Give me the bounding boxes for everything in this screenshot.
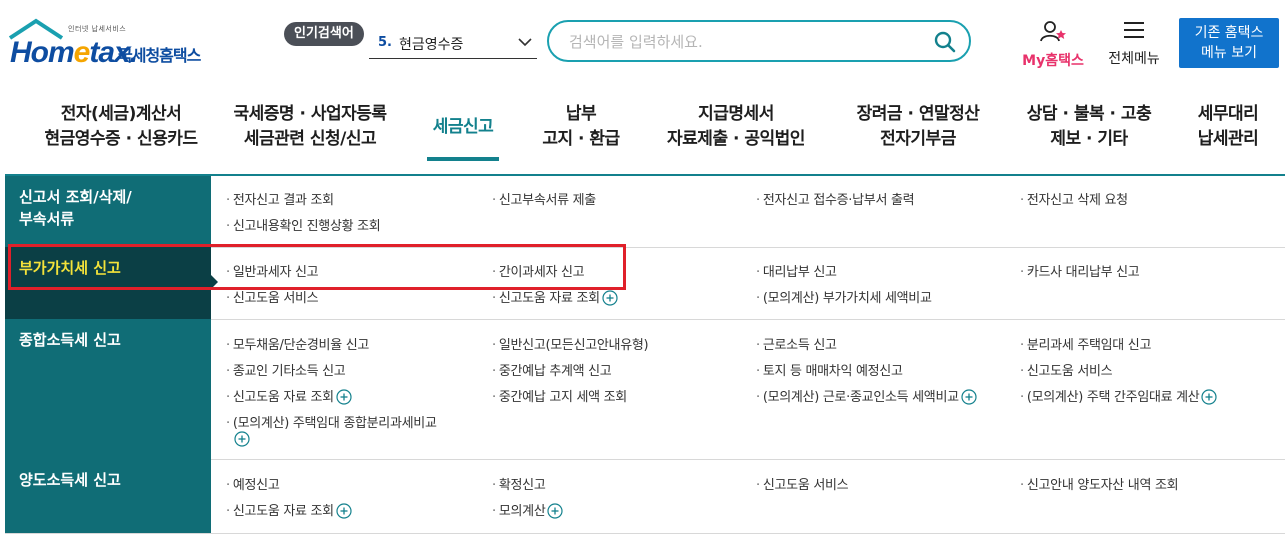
submenu-link[interactable]: · 일반신고(모든신고안내유형) xyxy=(492,334,649,353)
submenu-link[interactable]: · 중간예납 고지 세액 조회 xyxy=(492,386,627,405)
submenu-link[interactable]: · 신고도움 자료 조회 xyxy=(226,386,352,405)
submenu-link[interactable]: · 토지 등 매매차익 예정신고 xyxy=(756,360,903,379)
submenu-link[interactable]: · (모의계산) 주택임대 종합분리과세비교 xyxy=(226,412,437,431)
submenu-link[interactable]: · 예정신고 xyxy=(226,474,280,493)
gnb-item-tax-agent[interactable]: 세무대리 납세관리 xyxy=(1188,102,1268,152)
all-menu-label: 전체메뉴 xyxy=(1108,51,1160,67)
gnb-item-einvoice[interactable]: 전자(세금)계산서 현금영수증 · 신용카드 xyxy=(28,102,214,152)
submenu-row-income: 종합소득세 신고 · 모두채움/단순경비율 신고 · 일반신고(모든신고안내유형) … xyxy=(5,319,1285,460)
plus-circle-icon xyxy=(961,388,977,405)
old-menu-button[interactable]: 기존 홈택스 메뉴 보기 xyxy=(1179,18,1279,68)
submenu-panel: 신고서 조회/삭제/ 부속서류 · 전자신고 결과 조회 · 신고부속서류 제출 ·… xyxy=(5,174,1285,535)
plus-circle-icon[interactable] xyxy=(234,431,250,451)
submenu-link[interactable]: · 모두채움/단순경비율 신고 xyxy=(226,334,369,353)
submenu-link[interactable]: · 대리납부 신고 xyxy=(756,261,837,280)
popular-search-tag: 인기검색어 xyxy=(284,22,364,46)
plus-circle-icon xyxy=(602,289,618,306)
submenu-link[interactable]: · 전자신고 삭제 요청 xyxy=(1020,189,1128,208)
gnb-item-certificate[interactable]: 국세증명 · 사업자등록 세금관련 신청/신고 xyxy=(222,102,398,152)
submenu-link[interactable]: · 확정신고 xyxy=(492,474,546,493)
submenu-link[interactable]: · 신고도움 서비스 xyxy=(756,474,849,493)
submenu-row-transfer: 양도소득세 신고 · 예정신고 · 확정신고 · 신고도움 서비스 · 신고안내 양도자… xyxy=(5,459,1285,534)
submenu-link[interactable]: · 신고내용확인 진행상황 조회 xyxy=(226,215,381,234)
gnb-item-statement[interactable]: 지급명세서 자료제출 · 공익법인 xyxy=(657,102,815,152)
submenu-link[interactable]: · 카드사 대리납부 신고 xyxy=(1020,261,1140,280)
submenu-link[interactable]: · 전자신고 접수증·납부서 출력 xyxy=(756,189,915,208)
popular-keyword[interactable]: 현금영수증 xyxy=(399,34,463,54)
old-menu-line1: 기존 홈택스 xyxy=(1194,25,1264,41)
old-menu-line2: 메뉴 보기 xyxy=(1201,45,1257,61)
gnb-item-incentive[interactable]: 장려금 · 연말정산 전자기부금 xyxy=(845,102,991,152)
submenu-row: 신고서 조회/삭제/ 부속서류 · 전자신고 결과 조회 · 신고부속서류 제출 ·… xyxy=(5,176,1285,248)
popular-rank: 5. xyxy=(378,35,392,50)
submenu-link[interactable]: · 근로소득 신고 xyxy=(756,334,837,353)
search-input[interactable] xyxy=(567,30,911,54)
highlight-box xyxy=(8,244,626,290)
search-box xyxy=(547,20,971,62)
submenu-link[interactable]: · 분리과세 주택임대 신고 xyxy=(1020,334,1151,353)
gnb-item-payment[interactable]: 납부 고지 · 환급 xyxy=(534,102,628,152)
submenu-link[interactable]: · 전자신고 결과 조회 xyxy=(226,189,334,208)
logo-korean-name: 국세청홈택스 xyxy=(118,46,201,65)
plus-circle-icon xyxy=(336,502,352,519)
plus-circle-icon xyxy=(336,388,352,405)
popular-search-select[interactable]: 5. 현금영수증 xyxy=(369,28,537,59)
global-nav: 전자(세금)계산서 현금영수증 · 신용카드 국세증명 · 사업자등록 세금관련 신… xyxy=(0,96,1285,166)
submenu-link[interactable]: · 중간예납 추계액 신고 xyxy=(492,360,612,379)
submenu-link[interactable]: · 신고도움 자료 조회 xyxy=(226,500,352,519)
all-menu-button[interactable]: 전체메뉴 xyxy=(1102,20,1166,68)
gnb-item-tax-filing[interactable]: 세금신고 xyxy=(422,115,504,140)
submenu-link[interactable]: · (모의계산) 부가가치세 세액비교 xyxy=(756,287,932,306)
submenu-link[interactable]: · 모의계산 xyxy=(492,500,564,519)
submenu-link[interactable]: · 신고부속서류 제출 xyxy=(492,189,596,208)
hamburger-icon xyxy=(1124,22,1144,38)
header: 인터넷 납세서비스 Hometax. 국세청홈택스 인기검색어 5. 현금영수증… xyxy=(0,0,1285,90)
my-hometax-button[interactable]: My홈택스 xyxy=(1017,20,1089,70)
chevron-down-icon[interactable] xyxy=(517,34,533,54)
search-icon[interactable] xyxy=(933,30,957,58)
category-income-tax[interactable]: 종합소득세 신고 xyxy=(5,319,211,459)
plus-circle-icon xyxy=(1201,388,1218,405)
submenu-link[interactable]: · (모의계산) 근로·종교인소득 세액비교 xyxy=(756,386,977,405)
submenu-link[interactable]: · 종교인 기타소득 신고 xyxy=(226,360,346,379)
category-transfer-tax[interactable]: 양도소득세 신고 xyxy=(5,459,211,533)
category-inquiry[interactable]: 신고서 조회/삭제/ 부속서류 xyxy=(5,176,211,247)
hometax-logo[interactable]: 인터넷 납세서비스 Hometax. 국세청홈택스 xyxy=(6,18,221,70)
submenu-link[interactable]: · 신고도움 서비스 xyxy=(1020,360,1113,379)
logo-subtitle: 인터넷 납세서비스 xyxy=(68,25,127,33)
plus-circle-icon xyxy=(547,502,564,519)
user-icon xyxy=(1040,21,1066,42)
submenu-link[interactable]: · (모의계산) 주택 간주임대료 계산 xyxy=(1020,386,1218,405)
my-hometax-label: My홈택스 xyxy=(1022,53,1084,69)
active-tab-indicator xyxy=(427,157,499,161)
submenu-link[interactable]: · 신고안내 양도자산 내역 조회 xyxy=(1020,474,1179,493)
gnb-item-consult[interactable]: 상담 · 불복 · 고충 제보 · 기타 xyxy=(1016,102,1162,152)
